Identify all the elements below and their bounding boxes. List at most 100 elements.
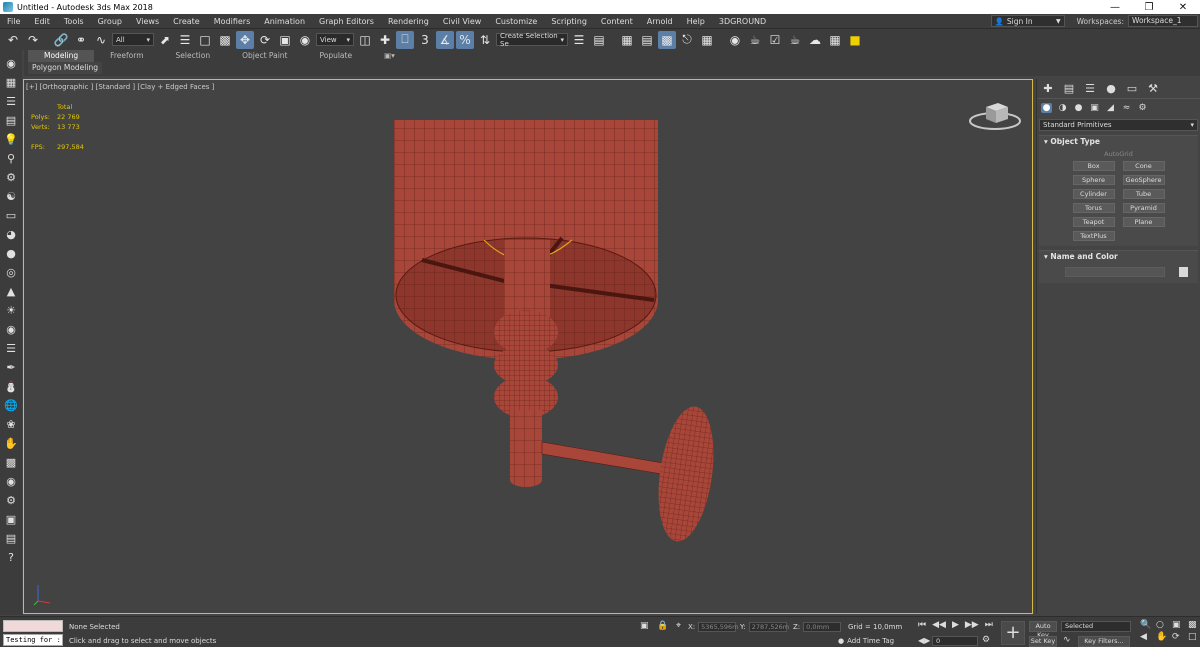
menu-scripting[interactable]: Scripting: [544, 17, 594, 26]
help-icon[interactable]: ?: [3, 550, 19, 566]
ribbon-tab-freeform[interactable]: Freeform: [94, 50, 159, 62]
minimize-icon[interactable]: —: [1098, 2, 1132, 13]
character-icon[interactable]: ⛄: [3, 379, 19, 395]
hair-icon[interactable]: ☰: [3, 341, 19, 357]
maxscript-listener-top[interactable]: [3, 620, 63, 632]
teapot-button[interactable]: Teapot: [1072, 217, 1115, 227]
space-warps-icon[interactable]: ≈: [1121, 103, 1132, 113]
globe-icon[interactable]: 🌐: [3, 398, 19, 414]
geosphere-button[interactable]: GeoSphere: [1122, 175, 1165, 185]
add-time-tag[interactable]: ● Add Time Tag: [838, 637, 894, 645]
auto-key-button[interactable]: Auto Key: [1029, 621, 1057, 639]
ribbon-tab-modeling[interactable]: Modeling: [28, 50, 95, 62]
layer-explorer-icon[interactable]: ▤: [638, 31, 656, 49]
ribbon-tab-selection[interactable]: Selection: [160, 50, 227, 62]
zoom-extents-icon[interactable]: ▣: [1172, 620, 1186, 630]
maxscript-mini-listener[interactable]: Testing for :: [3, 634, 63, 646]
link-icon[interactable]: 🔗: [52, 31, 70, 49]
schematic-view-icon[interactable]: ▦: [698, 31, 716, 49]
unlink-icon[interactable]: ⚭: [72, 31, 90, 49]
undo-icon[interactable]: ↶: [4, 31, 22, 49]
isolate-selection-icon[interactable]: ▣: [640, 621, 649, 631]
modify-tab-icon[interactable]: ▤: [1062, 82, 1076, 95]
mirror-icon[interactable]: ☰: [570, 31, 588, 49]
key-mode-icon[interactable]: ◀▶: [918, 636, 930, 645]
lights-icon[interactable]: ●: [1073, 103, 1084, 113]
sphere-icon[interactable]: ●: [3, 246, 19, 262]
previous-frame-icon[interactable]: ◀◀: [932, 620, 946, 630]
orbit-icon[interactable]: ⟳: [1172, 632, 1186, 642]
go-to-end-icon[interactable]: ⏭: [985, 620, 993, 630]
menu-modifiers[interactable]: Modifiers: [207, 17, 258, 26]
zoom-extents-all-icon[interactable]: ▩: [1188, 620, 1200, 630]
select-and-rotate-icon[interactable]: ⟳: [256, 31, 274, 49]
ribbon-options-icon[interactable]: ▣▾: [368, 50, 411, 62]
maximize-viewport-icon[interactable]: □: [1188, 632, 1200, 642]
ribbon-polygon-modeling[interactable]: Polygon Modeling: [28, 62, 102, 74]
object-type-header[interactable]: ▾ Object Type: [1039, 136, 1198, 148]
align-icon[interactable]: ▤: [590, 31, 608, 49]
menu-graph-editors[interactable]: Graph Editors: [312, 17, 381, 26]
plant-icon[interactable]: ❀: [3, 417, 19, 433]
a360-gallery-icon[interactable]: ▦: [826, 31, 844, 49]
ribbon-tab-populate[interactable]: Populate: [303, 50, 368, 62]
sphere-button[interactable]: Sphere: [1072, 175, 1115, 185]
current-frame-field[interactable]: 0: [932, 636, 978, 646]
render-production-icon[interactable]: ☕: [786, 31, 804, 49]
key-selection-dropdown[interactable]: Selected: [1061, 621, 1131, 632]
render-setup-icon[interactable]: ☕: [746, 31, 764, 49]
window-crossing-icon[interactable]: ▩: [216, 31, 234, 49]
menu-animation[interactable]: Animation: [257, 17, 312, 26]
shapes-icon[interactable]: ◑: [1057, 103, 1068, 113]
select-and-move-icon[interactable]: ✥: [236, 30, 254, 49]
display-tab-icon[interactable]: ▭: [1125, 82, 1139, 95]
light-bulb-icon[interactable]: 💡: [3, 132, 19, 148]
set-key-button[interactable]: Set Key: [1029, 636, 1057, 647]
primitive-category-dropdown[interactable]: Standard Primitives ▾: [1039, 119, 1198, 131]
z-field[interactable]: 0,0mm: [803, 622, 842, 632]
snaps-toggle-icon[interactable]: 3: [416, 31, 434, 49]
hand-icon[interactable]: ✋: [3, 436, 19, 452]
toggle-ribbon-icon[interactable]: ▩: [658, 30, 676, 49]
menu-arnold[interactable]: Arnold: [640, 17, 680, 26]
panel-icon[interactable]: ▤: [3, 113, 19, 129]
menu-tools[interactable]: Tools: [57, 17, 91, 26]
zoom-icon[interactable]: 🔍: [1140, 620, 1154, 630]
keyboard-shortcut-override-icon[interactable]: ⎕: [396, 30, 414, 49]
bind-space-warp-icon[interactable]: ∿: [92, 31, 110, 49]
angle-snap-icon[interactable]: ∡: [436, 30, 454, 49]
percent-snap-icon[interactable]: %: [456, 30, 474, 49]
cone-button[interactable]: Cone: [1122, 161, 1165, 171]
redo-icon[interactable]: ↷: [24, 31, 42, 49]
dome-icon[interactable]: ◕: [3, 227, 19, 243]
pivot-center-icon[interactable]: ◫: [356, 31, 374, 49]
next-frame-icon[interactable]: ▶▶: [965, 620, 979, 630]
viewport-orthographic[interactable]: [+] [Orthographic ] [Standard ] [Clay + …: [23, 79, 1033, 614]
textplus-button[interactable]: TextPlus: [1072, 231, 1115, 241]
menu-views[interactable]: Views: [129, 17, 166, 26]
menu-file[interactable]: File: [0, 17, 27, 26]
motion-tab-icon[interactable]: ●: [1104, 82, 1118, 95]
key-tangent-icon[interactable]: ∿: [1063, 635, 1071, 645]
cameras-icon[interactable]: ▣: [1089, 103, 1100, 113]
brush-icon[interactable]: ✒: [3, 360, 19, 376]
scene-explorer-icon[interactable]: ▦: [618, 31, 636, 49]
menu-create[interactable]: Create: [166, 17, 207, 26]
selection-lock-icon[interactable]: 🔒: [657, 621, 668, 631]
key-filters-button[interactable]: Key Filters...: [1078, 636, 1130, 647]
rendered-frame-window-icon[interactable]: ☑: [766, 31, 784, 49]
torus-icon[interactable]: ◎: [3, 265, 19, 281]
menu-3dground[interactable]: 3DGROUND: [712, 17, 773, 26]
zoom-all-icon[interactable]: ○: [1156, 620, 1170, 630]
3dground-icon[interactable]: ◉: [3, 56, 19, 72]
list-icon[interactable]: ☰: [3, 94, 19, 110]
menu-content[interactable]: Content: [594, 17, 640, 26]
x-field[interactable]: 5365,596m: [698, 622, 739, 632]
go-to-start-icon[interactable]: ⏮: [918, 620, 926, 630]
select-and-place-icon[interactable]: ◉: [296, 31, 314, 49]
maximize-icon[interactable]: ❐: [1132, 2, 1166, 13]
workspace-select[interactable]: Workspace_1: [1128, 15, 1198, 27]
systems-icon[interactable]: ⚙: [1137, 103, 1148, 113]
hierarchy-tab-icon[interactable]: ☰: [1083, 82, 1097, 95]
object-settings-icon[interactable]: ⚙: [3, 493, 19, 509]
